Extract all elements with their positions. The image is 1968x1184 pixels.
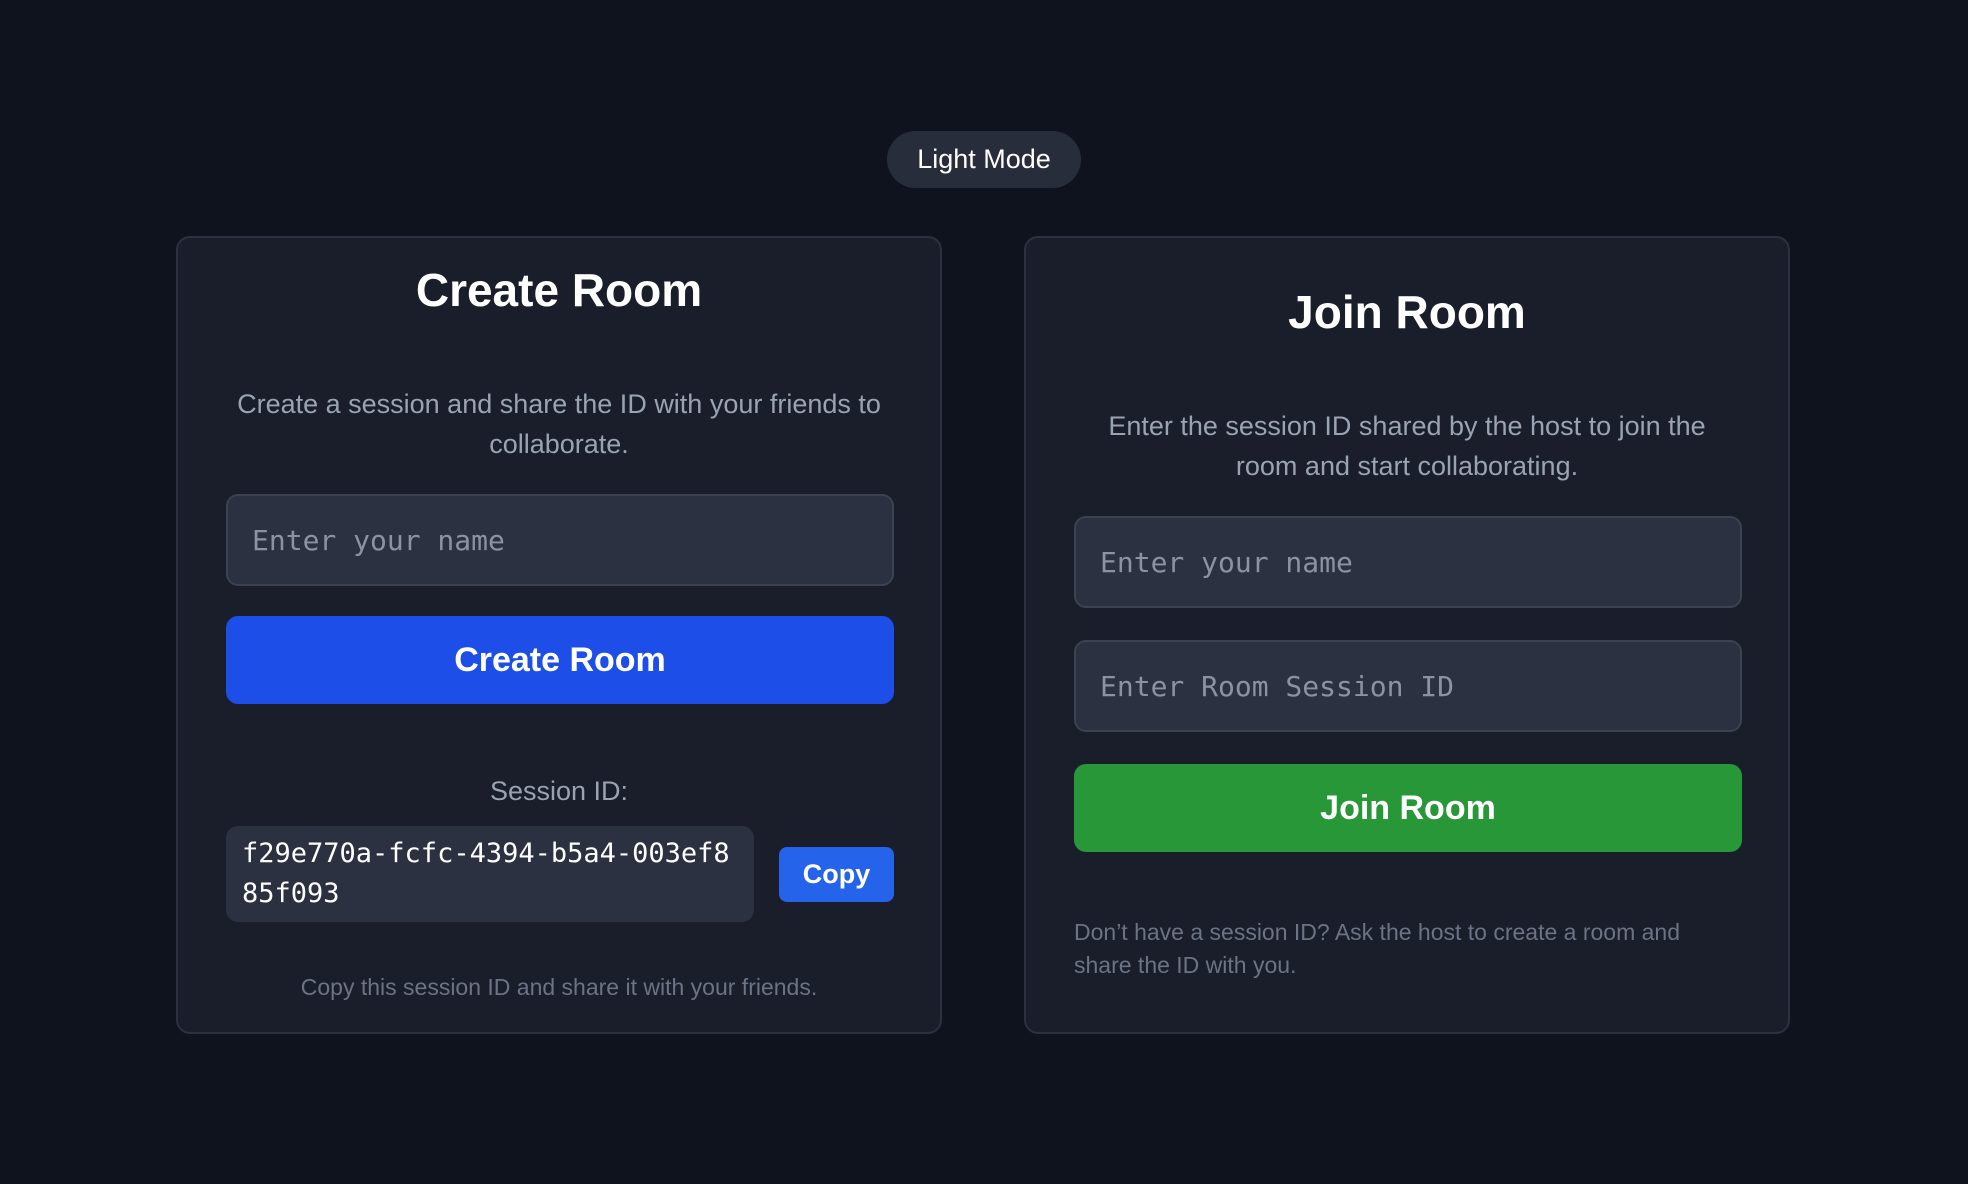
join-hint-text: Don’t have a session ID? Ask the host to… — [1074, 919, 1681, 978]
create-room-description: Create a session and share the ID with y… — [237, 389, 881, 459]
light-mode-toggle-button[interactable]: Light Mode — [887, 131, 1081, 188]
join-room-title: Join Room — [1288, 286, 1526, 338]
create-room-button[interactable]: Create Room — [226, 616, 894, 704]
join-name-input[interactable] — [1074, 516, 1742, 608]
join-room-description: Enter the session ID shared by the host … — [1108, 411, 1706, 481]
create-name-input[interactable] — [226, 494, 894, 586]
create-room-title: Create Room — [415, 264, 703, 316]
join-room-button[interactable]: Join Room — [1074, 764, 1742, 852]
session-id-value: f29e770a-fcfc-4394-b5a4-003ef885f093 — [226, 826, 754, 922]
app-page: Light Mode Create Room Create a session … — [0, 0, 1968, 1184]
session-id-label: Session ID: — [489, 776, 629, 806]
room-session-id-input[interactable] — [1074, 640, 1742, 732]
copy-session-id-button[interactable]: Copy — [779, 847, 894, 902]
create-room-card: Create Room Create a session and share t… — [176, 236, 942, 1034]
join-room-card: Join Room Enter the session ID shared by… — [1024, 236, 1790, 1034]
copy-hint-text: Copy this session ID and share it with y… — [300, 974, 818, 1000]
